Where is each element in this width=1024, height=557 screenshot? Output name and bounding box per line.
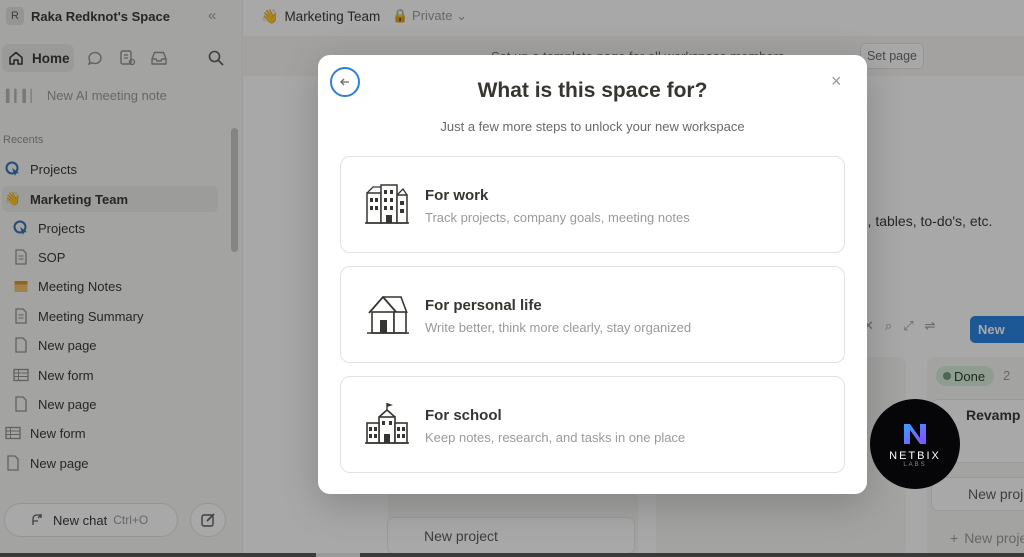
space-purpose-dialog: × What is this space for? Just a few mor… [318, 55, 867, 494]
option-for-school[interactable]: For school Keep notes, research, and tas… [340, 376, 845, 473]
option-for-work[interactable]: For work Track projects, company goals, … [340, 156, 845, 253]
netbix-logo-icon [904, 424, 926, 444]
option-description: Track projects, company goals, meeting n… [425, 210, 690, 225]
watermark-sub: LABS [903, 462, 927, 468]
option-title: For work [425, 187, 489, 204]
dialog-subtitle: Just a few more steps to unlock your new… [440, 119, 745, 134]
school-building-icon [365, 403, 409, 444]
option-description: Keep notes, research, and tasks in one p… [425, 430, 686, 445]
option-title: For school [425, 407, 502, 424]
option-description: Write better, think more clearly, stay o… [425, 320, 692, 335]
watermark-logo: NETBIX LABS [870, 399, 960, 489]
option-for-personal-life[interactable]: For personal life Write better, think mo… [340, 266, 845, 363]
taskbar-edge [0, 553, 1024, 557]
house-icon [367, 296, 409, 334]
dialog-title: What is this space for? [477, 79, 708, 102]
option-title: For personal life [425, 297, 542, 314]
watermark-name: NETBIX [889, 450, 941, 462]
office-building-icon [365, 184, 409, 224]
